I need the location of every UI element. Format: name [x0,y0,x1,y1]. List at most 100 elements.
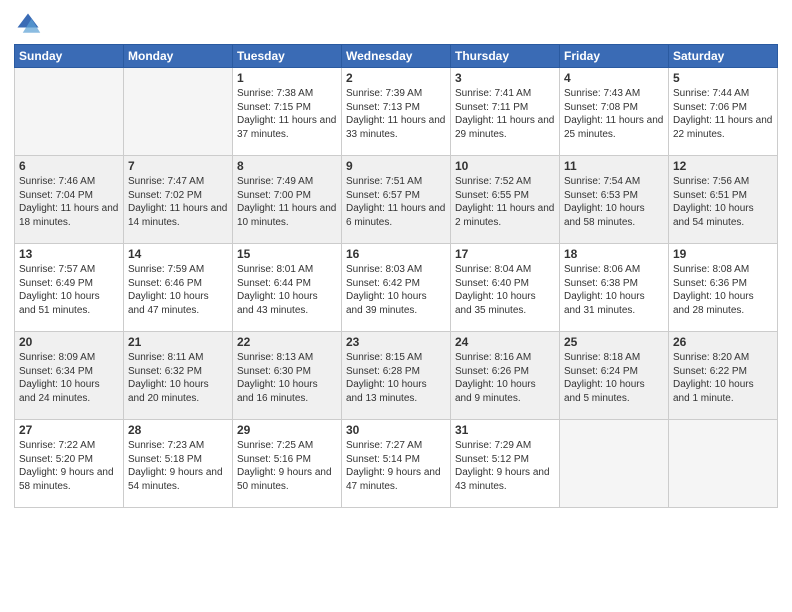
day-number: 4 [564,71,664,85]
calendar-cell [15,68,124,156]
calendar-week-row: 1 Sunrise: 7:38 AMSunset: 7:15 PMDaylight… [15,68,778,156]
calendar-cell: 19Sunrise: 8:08 AMSunset: 6:36 PMDayligh… [669,244,778,332]
day-info: Sunrise: 7:47 AMSunset: 7:02 PMDaylight:… [128,175,228,229]
day-info: Sunrise: 8:16 AMSunset: 6:26 PMDaylight:… [455,351,555,405]
day-number: 28 [128,423,228,437]
day-header-thursday: Thursday [451,45,560,68]
calendar-cell: 26Sunrise: 8:20 AMSunset: 6:22 PMDayligh… [669,332,778,420]
calendar-cell [560,420,669,508]
day-number: 5 [673,71,773,85]
day-info: Sunrise: 7:59 AMSunset: 6:46 PMDaylight:… [128,263,228,317]
day-info: Sunrise: 8:20 AMSunset: 6:22 PMDaylight:… [673,351,773,405]
calendar-cell: 9 Sunrise: 7:51 AMSunset: 6:57 PMDaylight… [342,156,451,244]
day-number: 10 [455,159,555,173]
calendar-cell: 8 Sunrise: 7:49 AMSunset: 7:00 PMDaylight… [233,156,342,244]
day-header-monday: Monday [124,45,233,68]
calendar-cell: 14 Sunrise: 7:59 AMSunset: 6:46 PMDayligh… [124,244,233,332]
calendar-cell: 22Sunrise: 8:13 AMSunset: 6:30 PMDayligh… [233,332,342,420]
day-info: Sunrise: 7:43 AMSunset: 7:08 PMDaylight:… [564,87,664,141]
calendar-week-row: 6 Sunrise: 7:46 AMSunset: 7:04 PMDaylight… [15,156,778,244]
day-number: 15 [237,247,337,261]
calendar-cell: 29 Sunrise: 7:25 AMSunset: 5:16 PMDayligh… [233,420,342,508]
calendar-cell: 3Sunrise: 7:41 AMSunset: 7:11 PMDaylight… [451,68,560,156]
day-number: 20 [19,335,119,349]
calendar-cell: 4 Sunrise: 7:43 AMSunset: 7:08 PMDaylight… [560,68,669,156]
day-header-saturday: Saturday [669,45,778,68]
day-info: Sunrise: 7:25 AMSunset: 5:16 PMDaylight:… [237,439,337,493]
calendar-table: SundayMondayTuesdayWednesdayThursdayFrid… [14,44,778,508]
calendar-page: SundayMondayTuesdayWednesdayThursdayFrid… [0,0,792,612]
day-info: Sunrise: 8:04 AMSunset: 6:40 PMDaylight:… [455,263,555,317]
day-number: 13 [19,247,119,261]
calendar-cell: 1 Sunrise: 7:38 AMSunset: 7:15 PMDaylight… [233,68,342,156]
calendar-cell: 12 Sunrise: 7:56 AMSunset: 6:51 PMDayligh… [669,156,778,244]
day-info: Sunrise: 7:52 AMSunset: 6:55 PMDaylight:… [455,175,555,229]
calendar-cell: 24 Sunrise: 8:16 AMSunset: 6:26 PMDayligh… [451,332,560,420]
calendar-cell: 11 Sunrise: 7:54 AMSunset: 6:53 PMDayligh… [560,156,669,244]
day-info: Sunrise: 7:57 AMSunset: 6:49 PMDaylight:… [19,263,119,317]
day-number: 14 [128,247,228,261]
calendar-cell: 7 Sunrise: 7:47 AMSunset: 7:02 PMDaylight… [124,156,233,244]
calendar-cell: 21 Sunrise: 8:11 AMSunset: 6:32 PMDayligh… [124,332,233,420]
day-info: Sunrise: 7:49 AMSunset: 7:00 PMDaylight:… [237,175,337,229]
calendar-cell: 27 Sunrise: 7:22 AMSunset: 5:20 PMDayligh… [15,420,124,508]
calendar-cell: 18 Sunrise: 8:06 AMSunset: 6:38 PMDayligh… [560,244,669,332]
day-info: Sunrise: 7:54 AMSunset: 6:53 PMDaylight:… [564,175,664,229]
calendar-week-row: 20 Sunrise: 8:09 AMSunset: 6:34 PMDayligh… [15,332,778,420]
day-number: 6 [19,159,119,173]
calendar-cell: 6 Sunrise: 7:46 AMSunset: 7:04 PMDaylight… [15,156,124,244]
day-number: 8 [237,159,337,173]
day-number: 11 [564,159,664,173]
day-number: 29 [237,423,337,437]
day-number: 21 [128,335,228,349]
day-info: Sunrise: 7:27 AMSunset: 5:14 PMDaylight:… [346,439,446,493]
calendar-cell [124,68,233,156]
logo-icon [14,10,42,38]
day-number: 12 [673,159,773,173]
day-number: 9 [346,159,446,173]
calendar-cell [669,420,778,508]
day-number: 31 [455,423,555,437]
day-number: 18 [564,247,664,261]
day-number: 23 [346,335,446,349]
day-number: 16 [346,247,446,261]
day-header-tuesday: Tuesday [233,45,342,68]
calendar-cell: 17 Sunrise: 8:04 AMSunset: 6:40 PMDayligh… [451,244,560,332]
day-number: 30 [346,423,446,437]
day-number: 1 [237,71,337,85]
day-info: Sunrise: 7:56 AMSunset: 6:51 PMDaylight:… [673,175,773,229]
day-header-sunday: Sunday [15,45,124,68]
day-number: 19 [673,247,773,261]
day-number: 17 [455,247,555,261]
calendar-cell: 30 Sunrise: 7:27 AMSunset: 5:14 PMDayligh… [342,420,451,508]
day-info: Sunrise: 8:09 AMSunset: 6:34 PMDaylight:… [19,351,119,405]
day-info: Sunrise: 7:38 AMSunset: 7:15 PMDaylight:… [237,87,337,141]
day-info: Sunrise: 8:13 AMSunset: 6:30 PMDaylight:… [237,351,337,405]
calendar-cell: 15Sunrise: 8:01 AMSunset: 6:44 PMDayligh… [233,244,342,332]
day-number: 2 [346,71,446,85]
calendar-cell: 23Sunrise: 8:15 AMSunset: 6:28 PMDayligh… [342,332,451,420]
day-number: 25 [564,335,664,349]
day-info: Sunrise: 7:22 AMSunset: 5:20 PMDaylight:… [19,439,119,493]
day-info: Sunrise: 7:23 AMSunset: 5:18 PMDaylight:… [128,439,228,493]
day-info: Sunrise: 7:46 AMSunset: 7:04 PMDaylight:… [19,175,119,229]
calendar-cell: 16 Sunrise: 8:03 AMSunset: 6:42 PMDayligh… [342,244,451,332]
calendar-cell: 2Sunrise: 7:39 AMSunset: 7:13 PMDaylight… [342,68,451,156]
day-info: Sunrise: 8:18 AMSunset: 6:24 PMDaylight:… [564,351,664,405]
calendar-cell: 25 Sunrise: 8:18 AMSunset: 6:24 PMDayligh… [560,332,669,420]
calendar-cell: 31Sunrise: 7:29 AMSunset: 5:12 PMDayligh… [451,420,560,508]
day-info: Sunrise: 7:51 AMSunset: 6:57 PMDaylight:… [346,175,446,229]
day-info: Sunrise: 8:06 AMSunset: 6:38 PMDaylight:… [564,263,664,317]
day-number: 27 [19,423,119,437]
calendar-header-row: SundayMondayTuesdayWednesdayThursdayFrid… [15,45,778,68]
day-info: Sunrise: 8:11 AMSunset: 6:32 PMDaylight:… [128,351,228,405]
calendar-cell: 10 Sunrise: 7:52 AMSunset: 6:55 PMDayligh… [451,156,560,244]
day-number: 7 [128,159,228,173]
logo [14,10,46,38]
day-number: 24 [455,335,555,349]
calendar-cell: 28 Sunrise: 7:23 AMSunset: 5:18 PMDayligh… [124,420,233,508]
day-info: Sunrise: 7:41 AMSunset: 7:11 PMDaylight:… [455,87,555,141]
day-info: Sunrise: 7:44 AMSunset: 7:06 PMDaylight:… [673,87,773,141]
day-info: Sunrise: 8:03 AMSunset: 6:42 PMDaylight:… [346,263,446,317]
calendar-week-row: 27 Sunrise: 7:22 AMSunset: 5:20 PMDayligh… [15,420,778,508]
